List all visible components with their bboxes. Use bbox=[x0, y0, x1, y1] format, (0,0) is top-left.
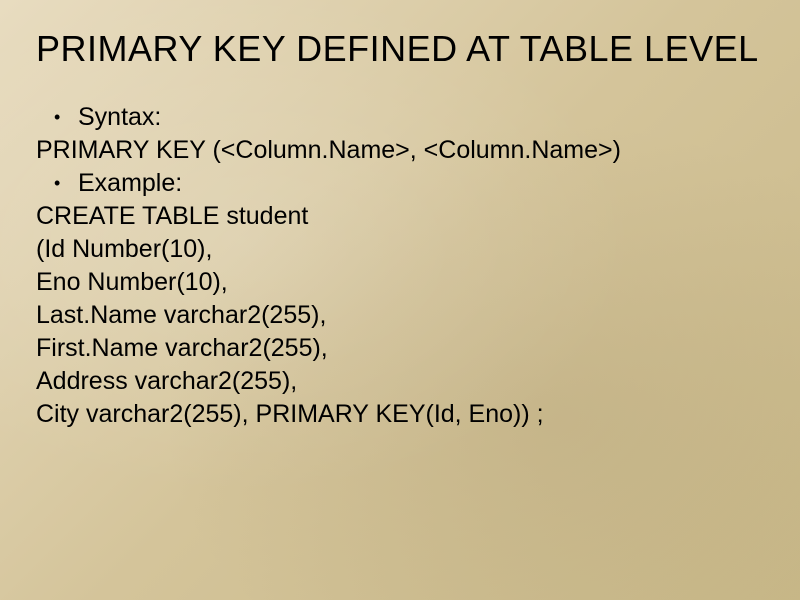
slide-body: Syntax: PRIMARY KEY (<Column.Name>, <Col… bbox=[36, 101, 764, 431]
example-line-4: Last.Name varchar2(255), bbox=[36, 299, 764, 332]
slide-container: PRIMARY KEY DEFINED AT TABLE LEVEL Synta… bbox=[0, 0, 800, 600]
example-line-5: First.Name varchar2(255), bbox=[36, 332, 764, 365]
bullet-syntax: Syntax: bbox=[36, 101, 764, 134]
syntax-code: PRIMARY KEY (<Column.Name>, <Column.Name… bbox=[36, 134, 764, 167]
example-line-7: City varchar2(255), PRIMARY KEY(Id, Eno)… bbox=[36, 398, 764, 431]
example-line-1: CREATE TABLE student bbox=[36, 200, 764, 233]
example-line-6: Address varchar2(255), bbox=[36, 365, 764, 398]
bullet-example: Example: bbox=[36, 167, 764, 200]
example-line-2: (Id Number(10), bbox=[36, 233, 764, 266]
slide-title: PRIMARY KEY DEFINED AT TABLE LEVEL bbox=[36, 28, 764, 69]
example-line-3: Eno Number(10), bbox=[36, 266, 764, 299]
